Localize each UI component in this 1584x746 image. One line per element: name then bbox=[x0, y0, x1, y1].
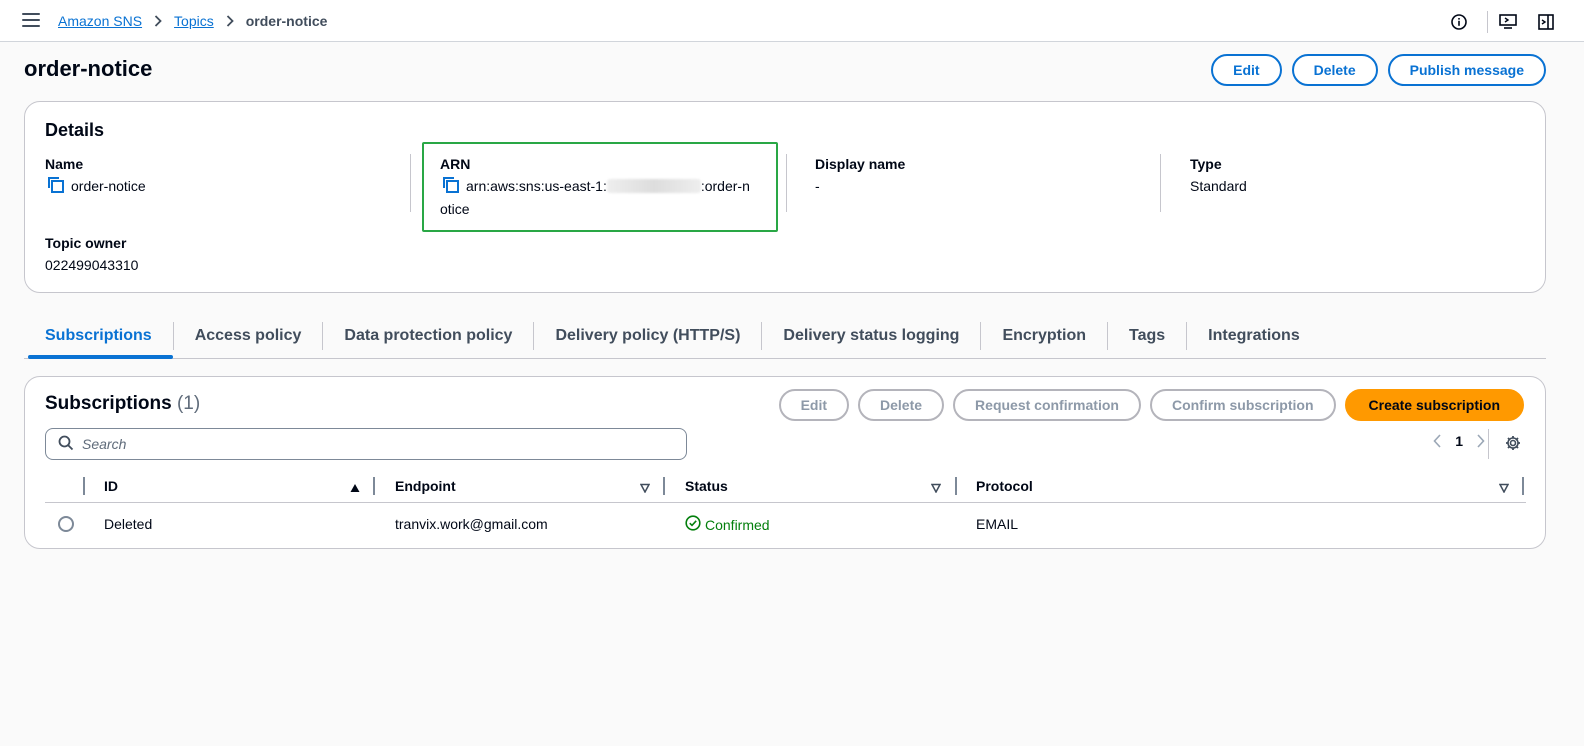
tab-delivery-status-logging[interactable]: Delivery status logging bbox=[762, 321, 980, 357]
page-number[interactable]: 1 bbox=[1455, 433, 1463, 449]
request-confirmation-button[interactable]: Request confirmation bbox=[953, 389, 1141, 421]
sort-icon[interactable] bbox=[1498, 480, 1510, 496]
name-field: Name order-notice bbox=[45, 156, 146, 199]
breadcrumb-current: order-notice bbox=[245, 13, 328, 29]
tab-encryption[interactable]: Encryption bbox=[981, 321, 1107, 357]
cell-protocol: EMAIL bbox=[976, 516, 1019, 532]
divider bbox=[786, 154, 787, 212]
subscriptions-title: Subscriptions (1) bbox=[45, 393, 200, 415]
tab-access-policy[interactable]: Access policy bbox=[174, 321, 323, 357]
topic-owner-value: 022499043310 bbox=[45, 257, 139, 273]
delete-button[interactable]: Delete bbox=[1291, 54, 1378, 86]
feedback-icon[interactable] bbox=[1498, 12, 1518, 32]
column-resizer[interactable] bbox=[83, 477, 85, 495]
create-subscription-button[interactable]: Create subscription bbox=[1344, 389, 1524, 421]
breadcrumb-topics[interactable]: Topics bbox=[174, 13, 214, 29]
arn-value-wrap: otice bbox=[440, 201, 470, 217]
subscriptions-count: (1) bbox=[176, 393, 201, 414]
type-value: Standard bbox=[1190, 178, 1247, 194]
column-header-protocol[interactable]: Protocol bbox=[976, 478, 1033, 494]
chevron-right-icon[interactable] bbox=[1477, 434, 1485, 448]
arn-field: ARN arn:aws:sns:us-east-1: :order-n otice bbox=[440, 156, 770, 219]
column-resizer[interactable] bbox=[955, 477, 957, 495]
tab-list: Subscriptions Access policy Data protect… bbox=[24, 321, 1546, 359]
tab-data-protection-policy[interactable]: Data protection policy bbox=[323, 321, 533, 357]
side-panel-icon[interactable] bbox=[1536, 12, 1556, 32]
gear-icon[interactable] bbox=[1505, 435, 1521, 454]
breadcrumb-amazon-sns[interactable]: Amazon SNS bbox=[58, 13, 142, 29]
display-name-label: Display name bbox=[815, 156, 906, 172]
details-title: Details bbox=[45, 120, 105, 140]
divider bbox=[410, 154, 411, 212]
delete-subscription-button[interactable]: Delete bbox=[858, 389, 945, 421]
table-header: ID Endpoint Status Protocol bbox=[45, 473, 1526, 503]
display-name-field: Display name - bbox=[815, 156, 905, 196]
edit-subscription-button[interactable]: Edit bbox=[778, 389, 850, 421]
type-label: Type bbox=[1190, 156, 1222, 172]
details-card: Details Name order-notice ARN arn:aws:sn… bbox=[24, 101, 1546, 293]
cell-endpoint: tranvix.work@gmail.com bbox=[395, 516, 548, 532]
arn-value-suffix: :order-n bbox=[700, 178, 750, 194]
chevron-right-icon bbox=[226, 15, 234, 27]
type-field: Type Standard bbox=[1190, 156, 1247, 196]
sort-ascending-icon[interactable] bbox=[350, 480, 360, 496]
subscriptions-card: Subscriptions (1) Edit Delete Request co… bbox=[24, 376, 1546, 549]
row-select-radio[interactable] bbox=[58, 516, 74, 532]
cell-id[interactable]: Deleted bbox=[104, 516, 152, 532]
pagination: 1 bbox=[1433, 433, 1485, 449]
column-header-status[interactable]: Status bbox=[685, 478, 728, 494]
divider bbox=[1160, 154, 1161, 212]
breadcrumb: Amazon SNS Topics order-notice bbox=[58, 13, 327, 29]
chevron-right-icon bbox=[154, 15, 162, 27]
cell-status: Confirmed bbox=[685, 515, 770, 534]
name-value: order-notice bbox=[71, 178, 146, 194]
sort-icon[interactable] bbox=[639, 480, 651, 496]
column-resizer[interactable] bbox=[663, 477, 665, 495]
menu-icon[interactable] bbox=[22, 13, 40, 29]
name-label: Name bbox=[45, 156, 84, 172]
redacted-account-id bbox=[606, 179, 701, 193]
column-resizer[interactable] bbox=[373, 477, 375, 495]
column-header-endpoint[interactable]: Endpoint bbox=[395, 478, 456, 494]
page-title: order-notice bbox=[24, 56, 153, 81]
arn-value-prefix: arn:aws:sns:us-east-1: bbox=[466, 178, 607, 194]
top-navigation-bar: Amazon SNS Topics order-notice bbox=[0, 0, 1584, 42]
column-resizer[interactable] bbox=[1522, 477, 1524, 495]
tab-subscriptions[interactable]: Subscriptions bbox=[24, 321, 173, 359]
subscriptions-actions: Edit Delete Request confirmation Confirm… bbox=[778, 389, 1524, 421]
subscriptions-table: ID Endpoint Status Protocol Deleted tran… bbox=[45, 473, 1526, 545]
copy-icon[interactable] bbox=[47, 176, 65, 199]
publish-message-button[interactable]: Publish message bbox=[1387, 54, 1546, 86]
table-row[interactable]: Deleted tranvix.work@gmail.com Confirmed… bbox=[45, 503, 1526, 545]
divider bbox=[1487, 11, 1488, 33]
header-actions: Edit Delete Publish message bbox=[1211, 54, 1546, 86]
info-icon[interactable] bbox=[1449, 12, 1469, 32]
chevron-left-icon[interactable] bbox=[1433, 434, 1441, 448]
edit-button[interactable]: Edit bbox=[1211, 54, 1282, 86]
top-icons bbox=[1449, 11, 1556, 33]
arn-label: ARN bbox=[440, 156, 471, 172]
topic-owner-label: Topic owner bbox=[45, 235, 127, 251]
confirm-subscription-button[interactable]: Confirm subscription bbox=[1149, 389, 1336, 421]
subscriptions-title-text: Subscriptions bbox=[45, 393, 172, 414]
tab-integrations[interactable]: Integrations bbox=[1187, 321, 1321, 357]
tab-delivery-policy[interactable]: Delivery policy (HTTP/S) bbox=[534, 321, 761, 357]
display-name-value: - bbox=[815, 178, 820, 194]
sort-icon[interactable] bbox=[930, 480, 942, 496]
search-input[interactable] bbox=[82, 436, 662, 452]
status-text: Confirmed bbox=[705, 516, 770, 533]
search-field[interactable] bbox=[45, 428, 687, 460]
check-circle-icon bbox=[685, 515, 701, 534]
copy-icon[interactable] bbox=[442, 176, 460, 199]
topic-owner-field: Topic owner 022499043310 bbox=[45, 235, 138, 275]
tab-tags[interactable]: Tags bbox=[1108, 321, 1186, 357]
divider bbox=[1488, 429, 1489, 459]
search-icon bbox=[58, 435, 74, 454]
column-header-id[interactable]: ID bbox=[104, 478, 118, 494]
